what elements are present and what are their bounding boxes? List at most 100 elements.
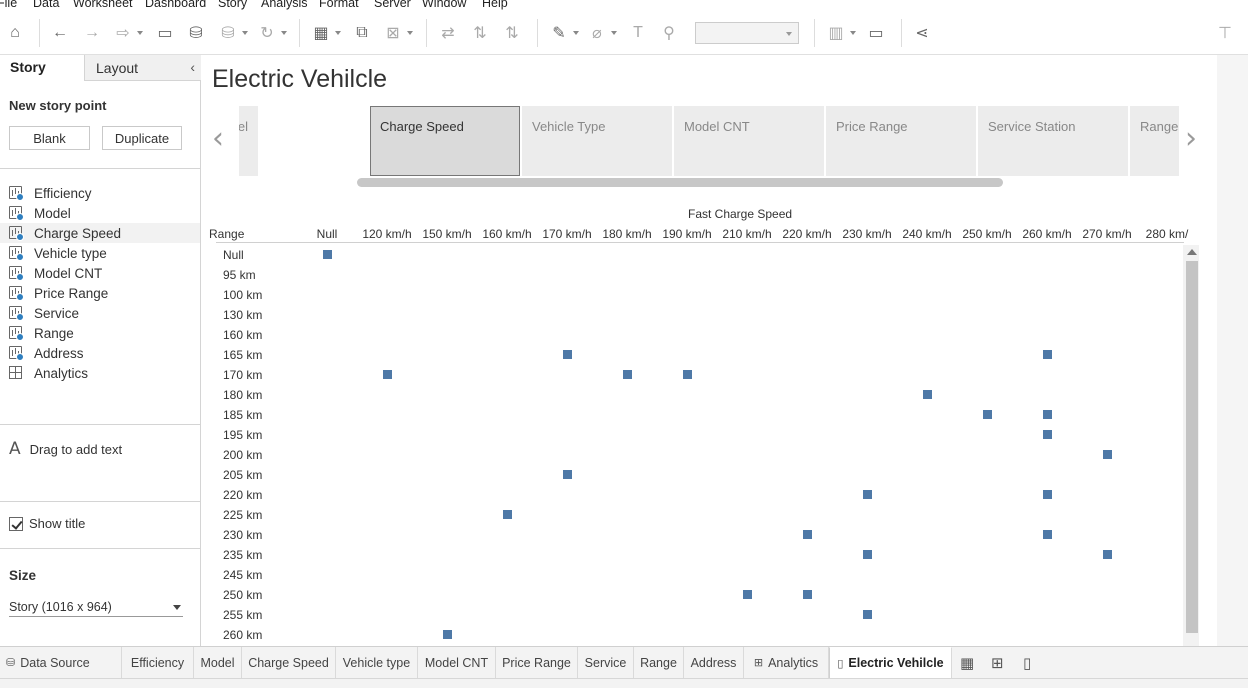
share-icon[interactable]: ⋖ xyxy=(912,23,932,43)
square-mark[interactable] xyxy=(983,410,992,419)
sheet-tab-charge-speed[interactable]: Charge Speed xyxy=(242,647,336,678)
square-mark[interactable] xyxy=(563,470,572,479)
new-data-source-icon[interactable]: ⛁ xyxy=(186,23,206,43)
square-mark[interactable] xyxy=(1043,350,1052,359)
menu-worksheet[interactable]: Worksheet xyxy=(73,0,133,10)
sheet-item-vehicle-type[interactable]: Vehicle type xyxy=(0,243,200,263)
scrollbar-thumb[interactable] xyxy=(1186,261,1198,633)
drag-to-add-text[interactable]: A Drag to add text xyxy=(9,439,122,459)
menu-dashboard[interactable]: Dashboard xyxy=(145,0,206,10)
square-mark[interactable] xyxy=(863,610,872,619)
menu-story[interactable]: Story xyxy=(218,0,247,10)
menu-data[interactable]: Data xyxy=(33,0,59,10)
sort-descending-icon[interactable]: ⇅ xyxy=(502,23,522,43)
sheet-tab-vehicle-type[interactable]: Vehicle type xyxy=(336,647,418,678)
story-point[interactable]: Range xyxy=(1130,106,1179,176)
sheet-tab-price-range[interactable]: Price Range xyxy=(496,647,578,678)
sheet-item-efficiency[interactable]: Efficiency xyxy=(0,183,200,203)
square-mark[interactable] xyxy=(1043,430,1052,439)
square-mark[interactable] xyxy=(503,510,512,519)
presentation-icon[interactable]: ▭ xyxy=(866,23,886,43)
collapse-icon[interactable]: ‹ xyxy=(190,59,195,75)
menu-file[interactable]: File xyxy=(0,0,17,10)
sheet-tab-data-source[interactable]: ⛁ Data Source xyxy=(0,647,122,678)
story-point[interactable]: Model CNT xyxy=(674,106,824,176)
menu-format[interactable]: Format xyxy=(319,0,359,10)
menu-window[interactable]: Window xyxy=(422,0,466,10)
clear-sheet-icon[interactable]: ⊠ xyxy=(383,23,413,43)
new-worksheet-tab-icon[interactable]: ▦ xyxy=(960,654,974,672)
square-mark[interactable] xyxy=(1043,490,1052,499)
square-mark[interactable] xyxy=(863,550,872,559)
pin-icon[interactable]: ⚲ xyxy=(659,23,679,43)
save-icon[interactable]: ▭ xyxy=(155,23,175,43)
viz-vertical-scrollbar[interactable] xyxy=(1183,245,1199,646)
story-point[interactable]: Vehicle Type xyxy=(522,106,672,176)
navigator-scrollbar[interactable] xyxy=(357,178,1003,187)
show-labels-icon[interactable]: T xyxy=(628,23,648,43)
duplicate-sheet-icon[interactable]: ⧉ xyxy=(352,23,372,43)
size-dropdown[interactable]: Story (1016 x 964) xyxy=(9,597,183,617)
sheet-item-model[interactable]: Model xyxy=(0,203,200,223)
story-title[interactable]: Electric Vehilcle xyxy=(212,65,387,94)
sheet-tab-service[interactable]: Service xyxy=(578,647,634,678)
swap-icon[interactable]: ⇄ xyxy=(438,23,458,43)
sheet-item-range[interactable]: Range xyxy=(0,323,200,343)
square-mark[interactable] xyxy=(743,590,752,599)
story-point[interactable]: Charge Speed xyxy=(370,106,520,176)
menu-server[interactable]: Server xyxy=(374,0,411,10)
sheet-tab-analytics[interactable]: ⊞ Analytics xyxy=(744,647,829,678)
story-point[interactable]: Service Station xyxy=(978,106,1128,176)
square-mark[interactable] xyxy=(1103,450,1112,459)
sheet-tab-model-cnt[interactable]: Model CNT xyxy=(418,647,496,678)
new-worksheet-icon[interactable]: ▦ xyxy=(311,23,341,43)
sheet-tab-efficiency[interactable]: Efficiency xyxy=(122,647,194,678)
tab-layout[interactable]: Layout ‹ xyxy=(84,55,201,81)
undo-icon[interactable]: ← xyxy=(50,23,70,43)
next-point-icon[interactable]: › xyxy=(1185,121,1197,156)
square-mark[interactable] xyxy=(923,390,932,399)
redo-icon[interactable]: → xyxy=(82,23,102,43)
square-mark[interactable] xyxy=(803,530,812,539)
square-mark[interactable] xyxy=(683,370,692,379)
square-mark[interactable] xyxy=(563,350,572,359)
square-mark[interactable] xyxy=(803,590,812,599)
menu-analysis[interactable]: Analysis xyxy=(261,0,308,10)
fit-dropdown[interactable] xyxy=(695,22,799,44)
square-mark[interactable] xyxy=(1043,530,1052,539)
square-mark[interactable] xyxy=(443,630,452,639)
highlight-icon[interactable]: ✎ xyxy=(549,23,579,43)
square-mark[interactable] xyxy=(863,490,872,499)
tab-story[interactable]: Story xyxy=(0,55,84,81)
show-me-icon[interactable]: ▥ xyxy=(826,23,856,43)
sheet-item-price-range[interactable]: Price Range xyxy=(0,283,200,303)
blank-button[interactable]: Blank xyxy=(9,126,90,150)
story-point[interactable]: Price Range xyxy=(826,106,976,176)
home-icon[interactable]: ⌂ xyxy=(5,23,25,43)
sheet-item-charge-speed[interactable]: Charge Speed xyxy=(0,223,200,243)
previous-point-icon[interactable]: ‹ xyxy=(212,121,224,156)
square-mark[interactable] xyxy=(623,370,632,379)
duplicate-button[interactable]: Duplicate xyxy=(102,126,182,150)
pause-updates-icon[interactable]: ⛁ xyxy=(218,23,248,43)
sheet-tab-model[interactable]: Model xyxy=(194,647,242,678)
sheet-tab-electric-vehilcle[interactable]: ▯ Electric Vehilcle xyxy=(829,647,952,678)
new-story-tab-icon[interactable]: ▯ xyxy=(1023,654,1031,672)
sort-ascending-icon[interactable]: ⇅ xyxy=(470,23,490,43)
sheet-item-address[interactable]: Address xyxy=(0,343,200,363)
group-icon[interactable]: ⌀ xyxy=(587,23,617,43)
square-mark[interactable] xyxy=(323,250,332,259)
story-point[interactable]: odel xyxy=(239,106,258,176)
square-mark[interactable] xyxy=(1103,550,1112,559)
square-mark[interactable] xyxy=(1043,410,1052,419)
replay-icon[interactable]: ⇨ xyxy=(113,23,143,43)
checkbox-checked-icon[interactable] xyxy=(9,516,23,531)
sheet-tab-range[interactable]: Range xyxy=(634,647,684,678)
refresh-icon[interactable]: ↻ xyxy=(257,23,287,43)
show-title-checkbox[interactable]: Show title xyxy=(9,516,85,531)
show-me-panel-icon[interactable]: ⊤ xyxy=(1215,23,1235,43)
scroll-up-icon[interactable] xyxy=(1187,249,1197,255)
square-mark[interactable] xyxy=(383,370,392,379)
sheet-item-model-cnt[interactable]: Model CNT xyxy=(0,263,200,283)
menu-help[interactable]: Help xyxy=(482,0,508,10)
